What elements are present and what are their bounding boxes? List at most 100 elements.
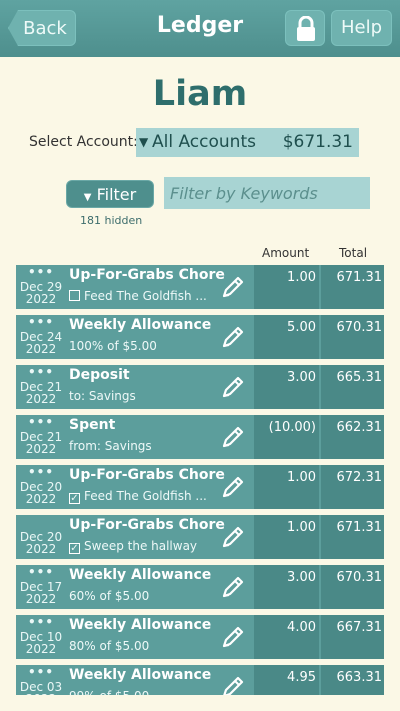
transaction-title: Weekly Allowance	[69, 317, 212, 333]
pencil-icon[interactable]	[220, 574, 246, 600]
top-bar: Back Ledger Help	[0, 0, 400, 57]
account-select[interactable]: ▼ All Accounts $671.31	[136, 128, 359, 157]
transaction-subtitle-text: 80% of $5.00	[69, 639, 150, 653]
transaction-subtitle: to: Savings	[69, 389, 136, 403]
transaction-date: ••• Dec 17 2022	[16, 565, 66, 609]
transaction-row[interactable]: ••• Dec 10 2022 Weekly Allowance 80% of $5.0…	[16, 615, 384, 659]
amount-cell: 1.00	[254, 515, 319, 559]
pencil-icon[interactable]	[220, 374, 246, 400]
amount-cell: (10.00)	[254, 415, 319, 459]
transaction-year: 2022	[25, 542, 57, 556]
transaction-row[interactable]: •••Dec 032022Weekly Allowance 99% of $5.0…	[16, 665, 384, 695]
transaction-amount: 3.00	[287, 370, 316, 385]
more-options-icon[interactable]: •••	[16, 415, 66, 429]
more-options-icon[interactable]: •••	[16, 465, 66, 479]
transaction-title: Up-For-Grabs Chore	[69, 267, 225, 283]
transaction-subtitle: from: Savings	[69, 439, 152, 453]
transaction-subtitle-text: 99% of $5.00	[69, 689, 149, 695]
total-cell: 667.31	[321, 615, 384, 659]
transaction-subtitle-text: 100% of $5.00	[69, 339, 157, 353]
user-name: Liam	[152, 74, 248, 114]
pencil-icon[interactable]	[220, 324, 246, 350]
transaction-subtitle: 80% of $5.00	[69, 639, 149, 653]
transaction-row[interactable]: ••• Dec 17 2022 Weekly Allowance 60% of $5.0…	[16, 565, 384, 609]
pencil-icon[interactable]	[220, 524, 246, 550]
transaction-subtitle: 60% of $5.00	[69, 589, 149, 603]
filter-button[interactable]: ▼ Filter	[66, 180, 154, 208]
transaction-date: ••• Dec 21 2022	[16, 415, 66, 459]
transaction-subtitle-text: to: Savings	[69, 389, 136, 403]
transaction-subtitle: 100% of $5.00	[69, 339, 157, 353]
transaction-subtitle-text: from: Savings	[69, 439, 152, 453]
transaction-amount: 5.00	[287, 320, 316, 335]
transaction-title: Up-For-Grabs Chore	[69, 467, 225, 483]
lock-icon	[297, 16, 315, 41]
transaction-date: ••• Dec 10 2022	[16, 615, 66, 659]
total-cell: 663.31	[321, 665, 384, 695]
transaction-title: Weekly Allowance	[69, 617, 212, 633]
pencil-icon[interactable]	[220, 274, 246, 300]
more-options-icon[interactable]: •••	[16, 565, 66, 579]
account-selected: All Accounts	[152, 132, 256, 152]
help-button[interactable]: Help	[331, 10, 392, 46]
transaction-year: 2022	[25, 642, 57, 656]
running-total: 671.31	[336, 270, 383, 285]
transaction-date: ••• Dec 24 2022	[16, 315, 66, 359]
transaction-year: 2022	[25, 342, 57, 356]
hidden-count: 181 hidden	[80, 214, 143, 227]
transaction-subtitle-text: Sweep the hallway	[84, 539, 198, 553]
more-options-icon[interactable]: •••	[16, 315, 66, 329]
lock-button[interactable]	[285, 10, 325, 46]
transaction-row[interactable]: ••• Dec 21 2022 Spent from: Savings (10.00) 66…	[16, 415, 384, 459]
transaction-amount: 4.95	[287, 670, 316, 685]
transaction-row[interactable]: ••• Dec 20 2022 Up-For-Grabs Chore ✓ Feed The…	[16, 465, 384, 509]
transaction-row[interactable]: ••• Dec 24 2022 Weekly Allowance 100% of $5.…	[16, 315, 384, 359]
more-options-icon[interactable]: •••	[16, 365, 66, 379]
transaction-amount: 3.00	[287, 570, 316, 585]
more-options-icon[interactable]: •••	[16, 665, 66, 679]
transaction-row[interactable]: ••• Dec 29 2022 Up-For-Grabs Chore Feed The …	[16, 265, 384, 309]
total-cell: 671.31	[321, 265, 384, 309]
total-cell: 670.31	[321, 565, 384, 609]
transaction-amount: 1.00	[287, 270, 316, 285]
total-cell: 672.31	[321, 465, 384, 509]
pencil-icon[interactable]	[220, 474, 246, 500]
transaction-title: Weekly Allowance	[69, 567, 212, 583]
filter-button-label: Filter	[96, 185, 137, 204]
running-total: 667.31	[336, 620, 383, 635]
pencil-icon[interactable]	[220, 624, 246, 650]
transaction-title: Spent	[69, 417, 116, 433]
amount-cell: 1.00	[254, 265, 319, 309]
total-cell: 665.31	[321, 365, 384, 409]
amount-cell: 4.00	[254, 615, 319, 659]
checked-checkbox-icon: ✓	[69, 493, 80, 504]
amount-cell: 3.00	[254, 565, 319, 609]
transaction-title: Up-For-Grabs Chore	[69, 517, 225, 533]
amount-cell: 5.00	[254, 315, 319, 359]
pencil-icon[interactable]	[220, 424, 246, 450]
chevron-down-icon: ▼	[83, 192, 92, 203]
transaction-list[interactable]: ••• Dec 29 2022 Up-For-Grabs Chore Feed The …	[16, 265, 384, 695]
transaction-row[interactable]: ••• Dec 21 2022 Deposit to: Savings 3.00 665.3…	[16, 365, 384, 409]
column-header-total: Total	[339, 246, 368, 260]
amount-cell: 4.95	[254, 665, 319, 695]
more-options-icon[interactable]: •••	[16, 265, 66, 279]
transaction-subtitle: 99% of $5.00	[69, 689, 149, 695]
more-options-icon[interactable]: •••	[16, 615, 66, 629]
transaction-date: ••• Dec 29 2022	[16, 265, 66, 309]
transaction-year: 2022	[25, 392, 57, 406]
account-label: Select Account:	[29, 134, 138, 150]
transaction-subtitle-text: 60% of $5.00	[69, 589, 150, 603]
account-balance: $671.31	[282, 132, 353, 152]
keyword-filter-input[interactable]	[164, 177, 370, 209]
transaction-row[interactable]: Dec 20 2022 Up-For-Grabs Chore ✓ Sweep the h…	[16, 515, 384, 559]
transaction-date: •••Dec 032022	[16, 665, 66, 695]
pencil-icon[interactable]	[220, 674, 246, 695]
total-cell: 670.31	[321, 315, 384, 359]
running-total: 663.31	[336, 670, 383, 685]
unchecked-checkbox-icon	[69, 290, 80, 301]
transaction-amount: 4.00	[287, 620, 316, 635]
transaction-date: ••• Dec 20 2022	[16, 465, 66, 509]
transaction-year: 2022	[16, 692, 66, 695]
transaction-title: Deposit	[69, 367, 130, 383]
